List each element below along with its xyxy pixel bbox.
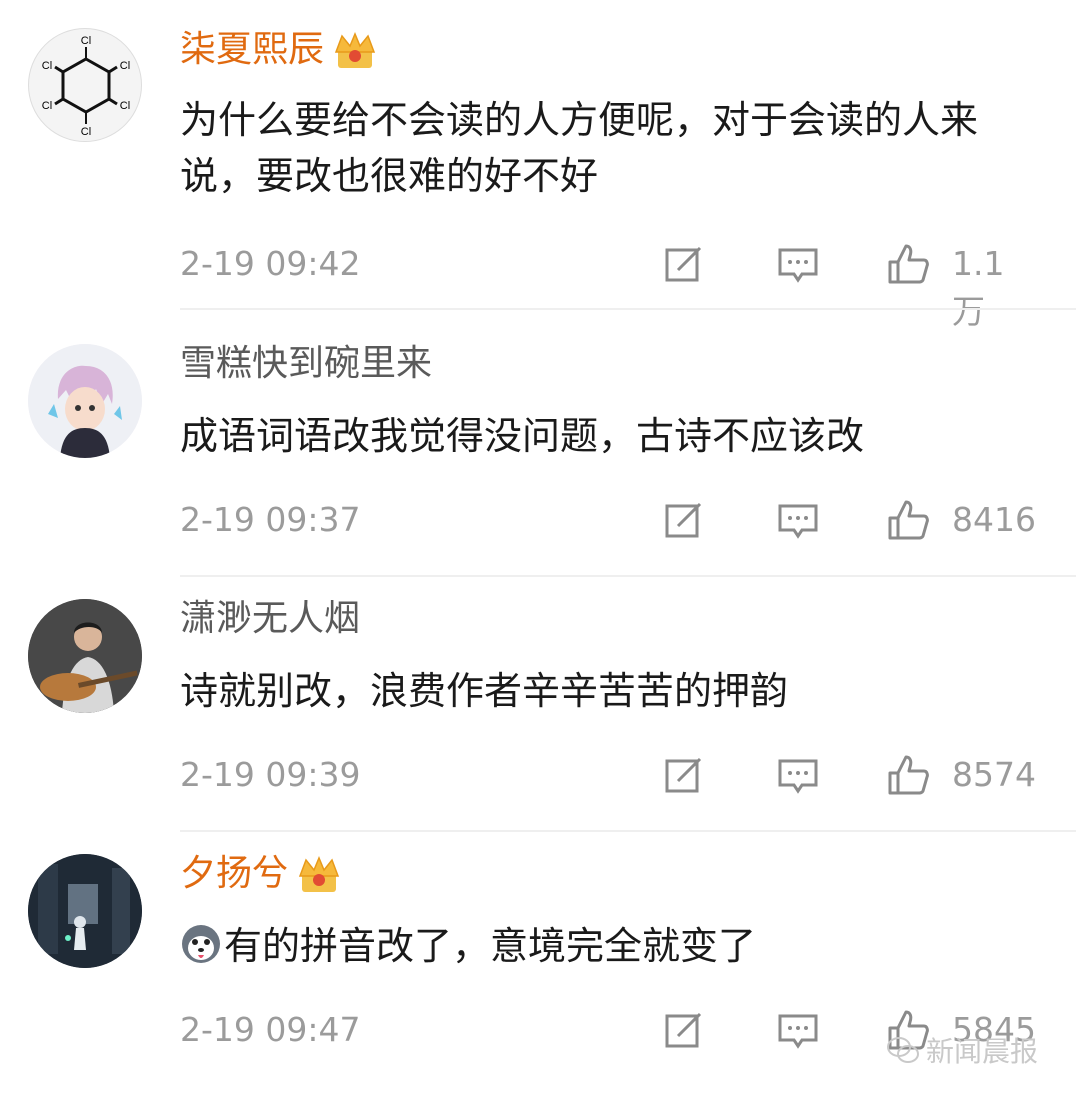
svg-text:Cl: Cl <box>81 35 91 47</box>
comment-icon[interactable] <box>776 753 820 797</box>
comment-footer: 2-19 09:42 1.1万 <box>180 240 1036 331</box>
avatar[interactable] <box>28 599 142 713</box>
wechat-icon <box>886 1037 919 1063</box>
like-icon[interactable] <box>886 242 930 286</box>
like-count: 8416 <box>952 500 1036 539</box>
like-icon[interactable] <box>886 498 930 542</box>
comment-text: 为什么要给不会读的人方便呢，对于会读的人来说，要改也很难的好不好 <box>180 98 979 198</box>
like-count: 8574 <box>952 755 1036 794</box>
comment-icon[interactable] <box>776 498 820 542</box>
comment-text: 诗就别改，浪费作者辛辛苦苦的押韵 <box>180 669 789 713</box>
timestamp: 2-19 09:37 <box>180 500 361 539</box>
username-text[interactable]: 雪糕快到碗里来 <box>180 343 432 384</box>
comment-item: Cl Cl Cl Cl Cl Cl 柒夏熙辰 为什么要给不会读的人方便呢，对于会… <box>0 0 1076 331</box>
svg-text:Cl: Cl <box>120 100 130 112</box>
username-text[interactable]: 柒夏熙辰 <box>180 29 324 70</box>
comment-icon[interactable] <box>776 242 820 286</box>
comment-text: 有的拼音改了，意境完全就变了 <box>180 918 1050 974</box>
svg-text:Cl: Cl <box>42 100 52 112</box>
repost-icon[interactable] <box>662 753 706 797</box>
username[interactable]: 柒夏熙辰 <box>180 26 378 74</box>
username-text[interactable]: 潇渺无人烟 <box>180 598 360 639</box>
comment-text-content: 有的拼音改了，意境完全就变了 <box>224 924 757 968</box>
timestamp: 2-19 09:39 <box>180 755 361 794</box>
username[interactable]: 夕扬兮 <box>180 850 342 898</box>
comment-footer: 2-19 09:37 8416 <box>180 496 1036 544</box>
vip-crown-icon <box>332 30 378 72</box>
like-icon[interactable] <box>886 753 930 797</box>
watermark-text: 新闻晨报 <box>925 1035 1038 1068</box>
comment-text: 成语词语改我觉得没问题，古诗不应该改 <box>180 414 865 458</box>
comment-item: 潇渺无人烟 诗就别改，浪费作者辛辛苦苦的押韵 2-19 09:39 8574 <box>0 565 1076 832</box>
avatar[interactable] <box>28 344 142 458</box>
husky-emoji-icon <box>180 923 222 965</box>
repost-icon[interactable] <box>662 1008 706 1052</box>
svg-text:Cl: Cl <box>42 60 52 72</box>
timestamp: 2-19 09:47 <box>180 1010 361 1049</box>
svg-text:Cl: Cl <box>81 126 91 138</box>
watermark: 新闻晨报 <box>886 1030 1038 1070</box>
avatar[interactable]: Cl Cl Cl Cl Cl Cl <box>28 28 142 142</box>
username[interactable]: 潇渺无人烟 <box>180 595 360 643</box>
repost-icon[interactable] <box>662 242 706 286</box>
username-text[interactable]: 夕扬兮 <box>180 853 288 894</box>
repost-icon[interactable] <box>662 498 706 542</box>
svg-text:Cl: Cl <box>120 60 130 72</box>
vip-crown-icon <box>296 854 342 896</box>
comment-item: 雪糕快到碗里来 成语词语改我觉得没问题，古诗不应该改 2-19 09:37 84… <box>0 310 1076 577</box>
timestamp: 2-19 09:42 <box>180 244 361 283</box>
avatar[interactable] <box>28 854 142 968</box>
username[interactable]: 雪糕快到碗里来 <box>180 340 432 388</box>
comment-icon[interactable] <box>776 1008 820 1052</box>
comment-footer: 2-19 09:39 8574 <box>180 751 1036 799</box>
